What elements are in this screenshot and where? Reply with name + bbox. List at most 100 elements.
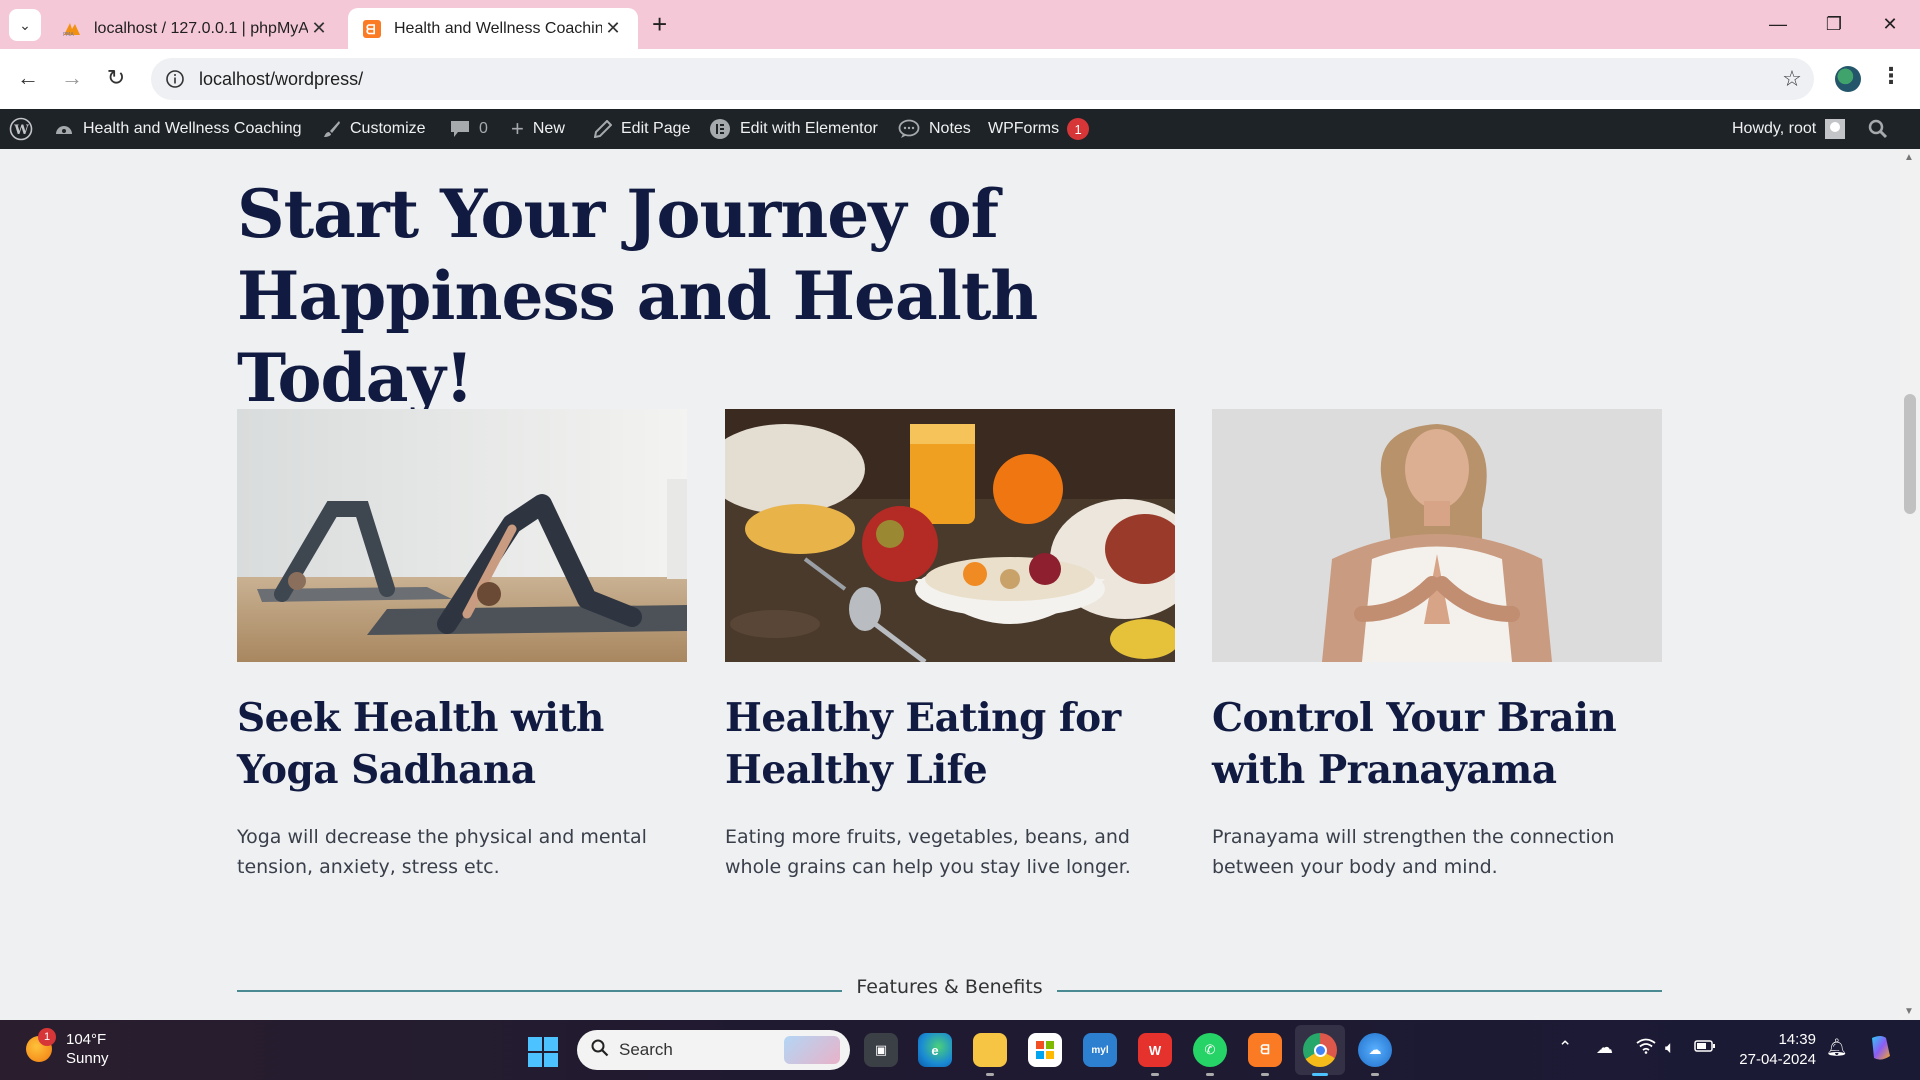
features-benefits-heading: Features & Benefits [237, 976, 1662, 998]
customize-label: Customize [350, 120, 426, 137]
wordpress-logo-icon[interactable]: W [9, 109, 33, 149]
wp-admin-bar: W Health and Wellness Coaching Customize… [0, 109, 1920, 149]
weather-app-icon[interactable]: ☁ [1358, 1033, 1392, 1076]
tab-phpmyadmin[interactable]: PMA localhost / 127.0.0.1 | phpMyAd ✕ [48, 8, 344, 49]
mylip-icon[interactable]: myl [1083, 1033, 1117, 1067]
plus-icon: + [511, 116, 524, 141]
search-placeholder: Search [619, 1040, 673, 1059]
clock-date: 27-04-2024 [1739, 1051, 1816, 1068]
omnibox[interactable]: localhost/wordpress/ ☆ [151, 58, 1814, 100]
bookmark-star-icon[interactable]: ☆ [1770, 66, 1814, 92]
search-highlight-icon [784, 1036, 840, 1064]
page-content: Start Your Journey of Happiness and Heal… [0, 149, 1900, 1020]
comments-count: 0 [479, 120, 488, 137]
sun-icon: 1 [26, 1028, 56, 1062]
scroll-down-icon[interactable]: ▼ [1904, 1006, 1914, 1017]
wps-icon[interactable]: W [1138, 1033, 1172, 1076]
breakfast-photo [725, 409, 1175, 662]
tab-health-wellness[interactable]: ᗺ Health and Wellness Coaching ✕ [348, 8, 638, 49]
site-name-label: Health and Wellness Coaching [83, 120, 302, 137]
show-hidden-icons-chevron-icon[interactable]: ⌃ [1558, 1038, 1572, 1058]
site-info-icon[interactable] [155, 69, 195, 89]
svg-text:PMA: PMA [63, 32, 74, 37]
edit-page-label: Edit Page [621, 120, 691, 137]
menu-kebab-icon[interactable]: ⋮ [1880, 63, 1902, 89]
volume-icon[interactable]: 🔈︎ [1665, 1038, 1675, 1058]
hero-title: Start Your Journey of Happiness and Heal… [237, 173, 1137, 419]
url-text[interactable]: localhost/wordpress/ [199, 69, 1770, 90]
minimize-icon[interactable]: — [1754, 8, 1802, 40]
elementor-icon [709, 118, 731, 140]
back-arrow-icon[interactable]: ← [12, 62, 44, 94]
comment-bubble-icon [450, 120, 470, 138]
close-window-icon[interactable]: ✕ [1866, 8, 1914, 40]
wp-notes[interactable]: Notes [898, 109, 971, 149]
card-title: Control Your Brain with Pranayama [1212, 695, 1617, 793]
wp-edit-page[interactable]: Edit Page [594, 109, 690, 149]
reload-icon[interactable]: ↻ [100, 62, 132, 94]
wp-my-account[interactable]: Howdy, root [1732, 109, 1846, 149]
feature-card-yoga: Seek Health with Yoga Sadhana Yoga will … [237, 409, 687, 882]
system-clock[interactable]: 14:39 27-04-2024 [1726, 1030, 1816, 1070]
dashboard-gauge-icon [54, 120, 74, 138]
copilot-icon[interactable] [1866, 1034, 1896, 1067]
new-tab-icon[interactable]: + [652, 10, 667, 38]
restore-icon[interactable]: ❐ [1810, 8, 1858, 40]
weather-desc: Sunny [66, 1050, 109, 1067]
meditation-photo [1212, 409, 1662, 662]
xampp-icon: ᗺ [362, 19, 382, 39]
page-scrollbar[interactable]: ▲ ▼ [1900, 149, 1920, 1020]
card-title: Healthy Eating for Healthy Life [725, 695, 1121, 793]
divider-label: Features & Benefits [842, 976, 1057, 998]
address-toolbar: ← → ↻ localhost/wordpress/ ☆ ⋮ [0, 49, 1920, 109]
wp-wpforms[interactable]: WPForms 1 [988, 109, 1090, 149]
close-tab-icon[interactable]: ✕ [602, 18, 624, 39]
wp-customize[interactable]: Customize [323, 109, 426, 149]
pencil-icon [594, 120, 612, 138]
forward-arrow-icon[interactable]: → [56, 62, 88, 94]
feature-card-pranayama: Control Your Brain with Pranayama Pranay… [1212, 409, 1662, 882]
notification-bell-icon[interactable]: 🔔︎ [1826, 1038, 1848, 1058]
wp-search-icon[interactable] [1868, 109, 1888, 149]
task-view-icon[interactable]: ▣ [864, 1033, 898, 1067]
wp-comments[interactable]: 0 [450, 109, 488, 149]
weather-temp: 104°F [66, 1031, 107, 1048]
battery-icon[interactable] [1694, 1038, 1716, 1058]
xampp-icon[interactable]: ᗺ [1248, 1033, 1282, 1076]
taskbar-search[interactable]: Search [577, 1030, 850, 1070]
wp-edit-elementor[interactable]: Edit with Elementor [709, 109, 878, 149]
card-title: Seek Health with Yoga Sadhana [237, 695, 604, 793]
scroll-up-icon[interactable]: ▲ [1904, 152, 1914, 163]
edge-icon[interactable]: e [918, 1033, 952, 1067]
chrome-icon[interactable] [1295, 1025, 1345, 1076]
howdy-label: Howdy, root [1732, 120, 1817, 137]
windows-start-icon[interactable] [528, 1037, 558, 1067]
chevron-down-icon: ⌄ [19, 16, 31, 33]
new-label: New [532, 120, 565, 137]
wp-new[interactable]: + New [511, 109, 565, 149]
store-icon[interactable] [1028, 1033, 1062, 1067]
search-icon [591, 1039, 609, 1062]
svg-text:W: W [13, 123, 29, 138]
profile-avatar[interactable] [1835, 66, 1861, 92]
tab-search-button[interactable]: ⌄ [9, 9, 41, 41]
file-explorer-icon[interactable] [973, 1033, 1007, 1076]
hero-title-line2: Happiness and Health Today! [237, 257, 1038, 417]
tab-title: Health and Wellness Coaching [394, 19, 602, 37]
wpforms-notification-badge: 1 [1067, 118, 1090, 140]
notes-label: Notes [929, 120, 971, 137]
tab-strip: ⌄ PMA localhost / 127.0.0.1 | phpMyAd ✕ … [0, 0, 1920, 49]
wifi-icon[interactable] [1636, 1038, 1656, 1059]
card-text: Pranayama will strengthen the connection… [1212, 826, 1615, 878]
user-avatar [1825, 119, 1846, 139]
edit-elementor-label: Edit with Elementor [740, 120, 878, 137]
card-text: Eating more fruits, vegetables, beans, a… [725, 826, 1131, 878]
whatsapp-icon[interactable]: ✆ [1193, 1033, 1227, 1076]
yoga-photo [237, 409, 687, 662]
wp-site-name[interactable]: Health and Wellness Coaching [54, 109, 302, 149]
scrollbar-thumb[interactable] [1904, 394, 1916, 514]
onedrive-icon[interactable]: ☁ [1596, 1038, 1613, 1058]
clock-time: 14:39 [1778, 1031, 1816, 1048]
close-tab-icon[interactable]: ✕ [308, 18, 330, 39]
weather-widget[interactable]: 1 104°F Sunny [26, 1028, 109, 1068]
